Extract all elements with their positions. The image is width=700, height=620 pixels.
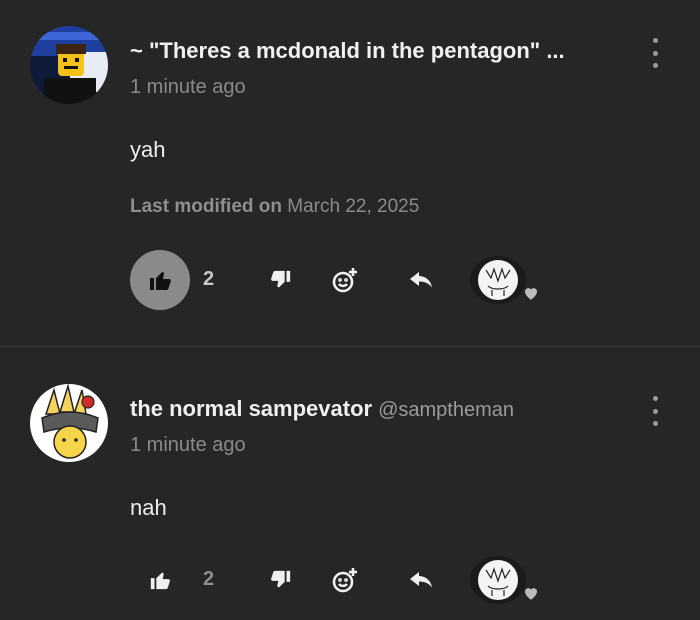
creator-heart-badge — [470, 556, 548, 612]
add-reaction-button[interactable] — [330, 265, 360, 295]
reply-button[interactable] — [406, 565, 436, 595]
more-options-button[interactable] — [645, 396, 665, 426]
more-options-button[interactable] — [645, 38, 665, 68]
comment-item: ~ "Theres a mcdonald in the pentagon" ..… — [0, 0, 700, 346]
reply-icon — [410, 572, 432, 588]
heart-icon — [525, 588, 537, 600]
thumbs-up-icon — [150, 272, 171, 290]
comment-timestamp: 1 minute ago — [130, 434, 246, 456]
comment-actions: 2 — [0, 250, 700, 310]
like-button[interactable] — [130, 250, 190, 310]
author-name[interactable]: the normal sampevator @samptheman — [130, 396, 640, 422]
reply-button[interactable] — [406, 265, 436, 295]
thumbs-down-icon — [271, 570, 291, 588]
user-avatar[interactable] — [30, 26, 108, 104]
comment-divider — [0, 346, 700, 347]
like-button[interactable] — [130, 550, 190, 610]
user-handle[interactable]: @samptheman — [378, 399, 514, 421]
reply-icon — [410, 272, 432, 288]
like-count: 2 — [203, 268, 215, 290]
comment-text: yah — [130, 137, 166, 162]
comment-item: the normal sampevator @samptheman 1 minut… — [0, 348, 700, 620]
thumbs-down-icon — [271, 270, 291, 288]
add-reaction-icon — [332, 568, 357, 593]
comment-text: nah — [130, 495, 167, 520]
user-avatar[interactable] — [30, 384, 108, 462]
author-name[interactable]: ~ "Theres a mcdonald in the pentagon" ..… — [130, 38, 640, 64]
add-reaction-icon — [332, 268, 357, 293]
dislike-button[interactable] — [266, 565, 296, 595]
last-modified-note: Last modified on March 22, 2025 — [130, 196, 420, 217]
like-count: 2 — [203, 568, 215, 590]
comment-actions: 2 — [0, 550, 700, 610]
creator-avatar — [478, 260, 518, 300]
heart-icon — [525, 288, 537, 300]
creator-heart-badge — [470, 256, 548, 312]
thumbs-up-icon — [150, 572, 170, 590]
add-reaction-button[interactable] — [330, 565, 360, 595]
comment-timestamp: 1 minute ago — [130, 76, 246, 98]
dislike-button[interactable] — [266, 265, 296, 295]
creator-avatar — [478, 560, 518, 600]
